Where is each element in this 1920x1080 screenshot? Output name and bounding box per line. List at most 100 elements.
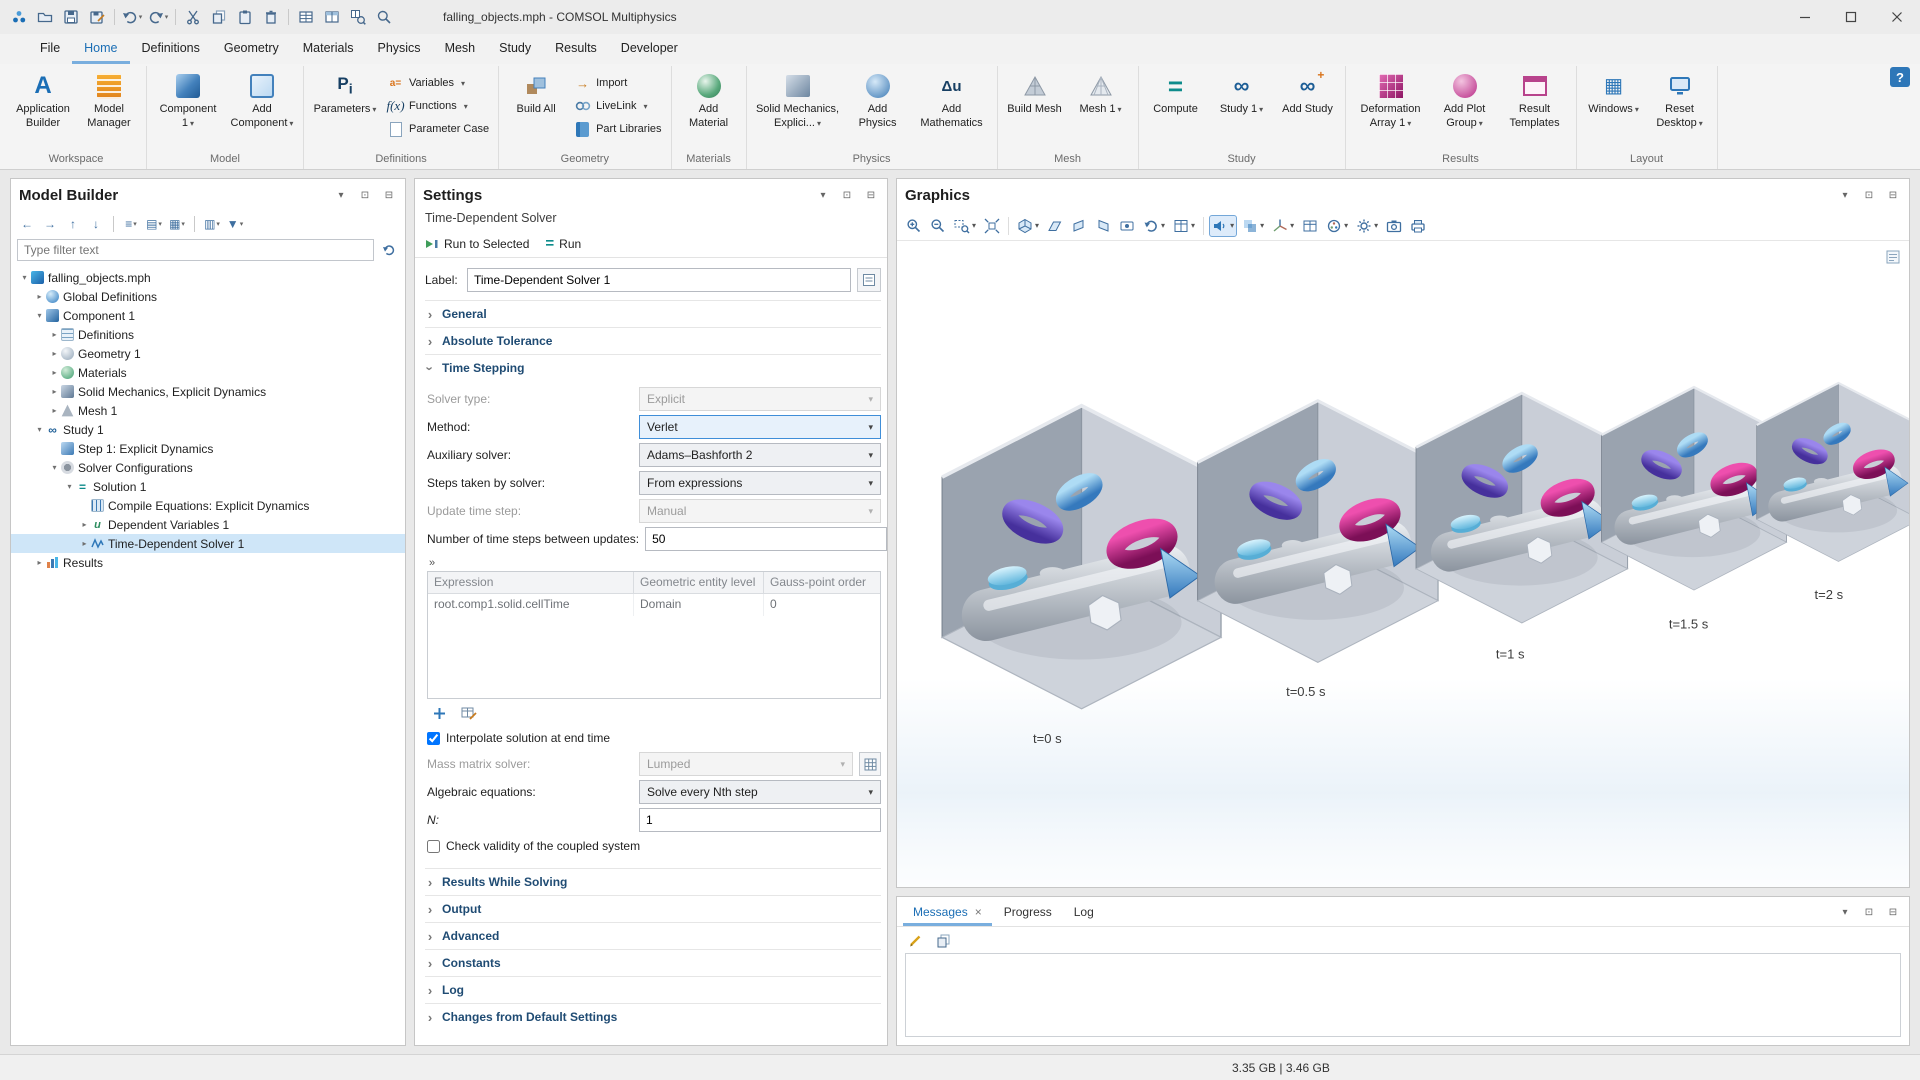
view-xy-button[interactable] xyxy=(1044,215,1066,237)
expand-node-icon[interactable]: ▸ xyxy=(34,292,45,301)
pin-panel-icon[interactable]: ⊟ xyxy=(1885,187,1901,203)
menu-physics[interactable]: Physics xyxy=(365,34,432,64)
section-time-stepping[interactable]: › Time Stepping xyxy=(425,354,881,381)
livelink-button[interactable]: LiveLink ▾ xyxy=(570,96,665,116)
menu-file[interactable]: File xyxy=(28,34,72,64)
method-dropdown[interactable]: Verlet ▾ xyxy=(639,415,881,439)
mesh-1-button[interactable]: Mesh 1▾ xyxy=(1069,68,1133,152)
solid-mechanics-button[interactable]: Solid Mechanics, Explici...▾ xyxy=(752,68,844,152)
add-study-button[interactable]: ∞+ Add Study xyxy=(1276,68,1340,152)
section-log[interactable]: › Log xyxy=(425,976,881,1003)
zoom-to-selection-button[interactable] xyxy=(345,5,371,29)
menu-developer[interactable]: Developer xyxy=(609,34,690,64)
search-button[interactable] xyxy=(371,5,397,29)
help-button[interactable]: ? xyxy=(1890,67,1910,87)
table-settings-button[interactable] xyxy=(319,5,345,29)
expand-node-icon[interactable]: ▸ xyxy=(49,368,60,377)
orientation-axes-button[interactable]: ▾ xyxy=(1269,215,1297,237)
tab-progress[interactable]: Progress xyxy=(994,897,1062,926)
expand-all-button[interactable]: ▦▾ xyxy=(167,214,187,234)
redo-button[interactable]: ▾ xyxy=(145,5,171,29)
tree-item-study-1[interactable]: ▾ ∞ Study 1 xyxy=(11,420,405,439)
delete-button[interactable] xyxy=(258,5,284,29)
panel-menu-icon[interactable]: ▾ xyxy=(1837,187,1853,203)
menu-materials[interactable]: Materials xyxy=(291,34,366,64)
section-advanced[interactable]: › Advanced xyxy=(425,922,881,949)
evaluate-table-button[interactable] xyxy=(1299,215,1321,237)
zoom-box-button[interactable]: ▾ xyxy=(951,215,979,237)
minimize-button[interactable] xyxy=(1782,0,1828,34)
component-1-button[interactable]: Component 1▾ xyxy=(152,68,224,152)
tree-item-mesh-1[interactable]: ▸ Mesh 1 xyxy=(11,401,405,420)
panel-menu-icon[interactable]: ▾ xyxy=(1837,904,1853,920)
close-button[interactable] xyxy=(1874,0,1920,34)
pin-panel-icon[interactable]: ⊟ xyxy=(1885,904,1901,920)
add-mathematics-button[interactable]: Δu Add Mathematics xyxy=(912,68,992,152)
clear-log-button[interactable] xyxy=(905,931,925,949)
tree-item-root[interactable]: ▾ falling_objects.mph xyxy=(11,268,405,287)
messages-content[interactable] xyxy=(905,953,1901,1037)
speaker-button[interactable]: ▾ xyxy=(1209,215,1237,237)
tree-item-solver-configurations[interactable]: ▾ Solver Configurations xyxy=(11,458,405,477)
paste-button[interactable] xyxy=(232,5,258,29)
variables-button[interactable]: a= Variables ▾ xyxy=(383,73,493,93)
import-button[interactable]: → Import xyxy=(570,73,665,93)
matrix-settings-button[interactable] xyxy=(859,752,881,776)
section-changes-from-default[interactable]: › Changes from Default Settings xyxy=(425,1003,881,1030)
expand-node-icon[interactable]: ▸ xyxy=(49,406,60,415)
scene-settings-button[interactable]: ▾ xyxy=(1353,215,1381,237)
interpolate-checkbox[interactable] xyxy=(427,732,440,745)
expand-node-icon[interactable]: ▸ xyxy=(79,520,90,529)
detach-panel-icon[interactable]: ⊡ xyxy=(839,187,855,203)
functions-button[interactable]: f(x) Functions ▾ xyxy=(383,96,493,116)
pin-panel-icon[interactable]: ⊟ xyxy=(863,187,879,203)
tree-item-dependent-variables[interactable]: ▸ u Dependent Variables 1 xyxy=(11,515,405,534)
zoom-out-button[interactable] xyxy=(927,215,949,237)
run-to-selected-button[interactable]: Run to Selected xyxy=(425,237,529,251)
model-manager-button[interactable]: Model Manager xyxy=(77,68,141,152)
expand-node-icon[interactable]: ▸ xyxy=(49,349,60,358)
add-physics-button[interactable]: Add Physics xyxy=(846,68,910,152)
tree-item-results[interactable]: ▸ Results xyxy=(11,553,405,572)
menu-results[interactable]: Results xyxy=(543,34,609,64)
table-button[interactable] xyxy=(293,5,319,29)
compute-button[interactable]: = Compute xyxy=(1144,68,1208,152)
undo-button[interactable]: ▾ xyxy=(119,5,145,29)
collapse-all-button[interactable]: ▤▾ xyxy=(144,214,164,234)
tree-item-compile-equations[interactable]: Compile Equations: Explicit Dynamics xyxy=(11,496,405,515)
transparency-button[interactable]: ▾ xyxy=(1239,215,1267,237)
build-all-button[interactable]: Build All xyxy=(504,68,568,152)
show-options-button[interactable]: ≡▾ xyxy=(121,214,141,234)
go-to-node-button[interactable]: ▼▾ xyxy=(225,214,245,234)
table-row[interactable]: root.comp1.solid.cellTime Domain 0 xyxy=(428,594,880,616)
open-folder-button[interactable] xyxy=(32,5,58,29)
tree-item-solution-1[interactable]: ▾ = Solution 1 xyxy=(11,477,405,496)
refresh-filter-button[interactable] xyxy=(379,240,399,260)
parameters-button[interactable]: Pi Parameters▾ xyxy=(309,68,381,152)
copy-button[interactable] xyxy=(206,5,232,29)
detach-panel-icon[interactable]: ⊡ xyxy=(1861,187,1877,203)
collapse-node-icon[interactable]: ▾ xyxy=(34,311,45,320)
print-button[interactable] xyxy=(1407,215,1429,237)
tree-item-definitions[interactable]: ▸ Definitions xyxy=(11,325,405,344)
menu-study[interactable]: Study xyxy=(487,34,543,64)
move-down-button[interactable]: ↓ xyxy=(86,214,106,234)
tree-item-solid-mechanics[interactable]: ▸ Solid Mechanics, Explicit Dynamics xyxy=(11,382,405,401)
tree-item-step-1[interactable]: Step 1: Explicit Dynamics xyxy=(11,439,405,458)
rotate-view-button[interactable]: ▾ xyxy=(1140,215,1168,237)
collapse-node-icon[interactable]: ▾ xyxy=(49,463,60,472)
save-button[interactable] xyxy=(58,5,84,29)
copy-messages-button[interactable] xyxy=(933,931,953,949)
view-options-button[interactable]: ▾ xyxy=(1170,215,1198,237)
cut-button[interactable] xyxy=(180,5,206,29)
check-validity-checkbox[interactable] xyxy=(427,840,440,853)
tree-item-time-dependent-solver[interactable]: ▸ Time-Dependent Solver 1 xyxy=(11,534,405,553)
go-to-default-view-button[interactable]: ▾ xyxy=(1014,215,1042,237)
save-as-button[interactable] xyxy=(84,5,110,29)
show-legends-button[interactable] xyxy=(1883,247,1903,267)
zoom-extents-button[interactable] xyxy=(981,215,1003,237)
menu-geometry[interactable]: Geometry xyxy=(212,34,291,64)
move-up-button[interactable]: ↑ xyxy=(63,214,83,234)
num-updates-input[interactable] xyxy=(645,527,887,551)
edit-table-button[interactable] xyxy=(459,704,479,722)
